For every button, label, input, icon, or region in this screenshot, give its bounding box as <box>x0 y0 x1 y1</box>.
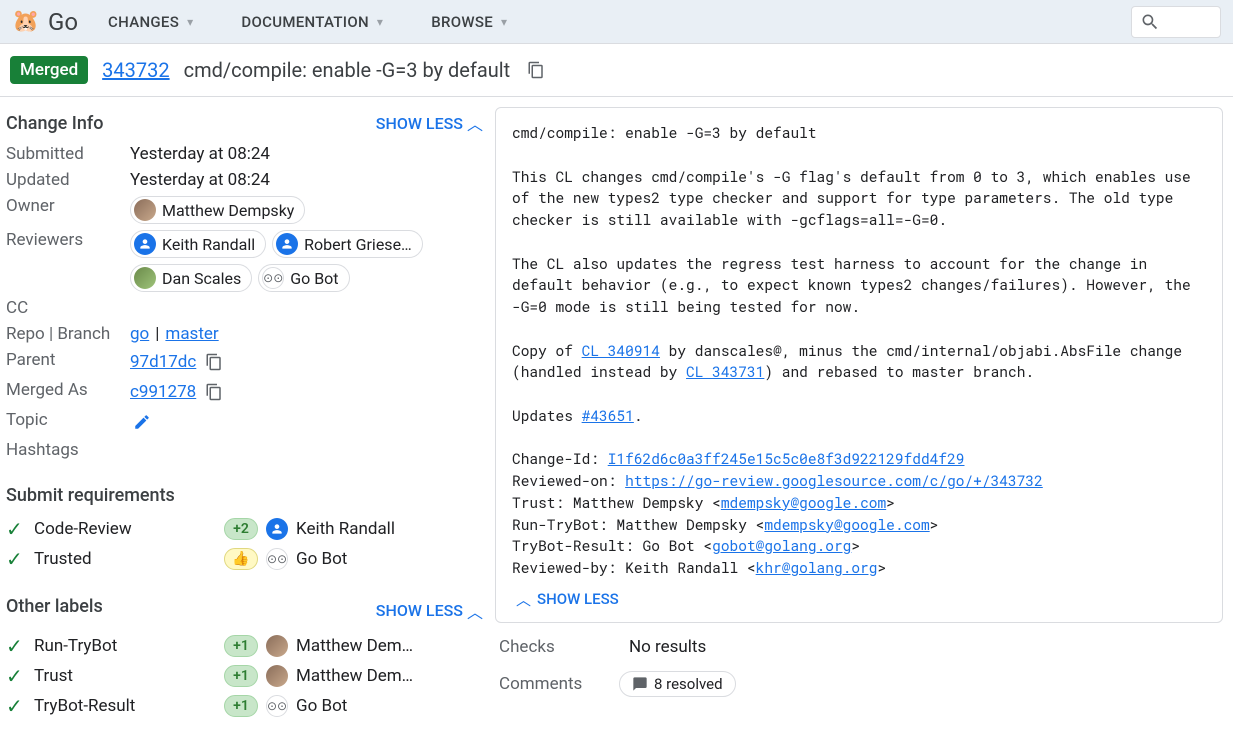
commit-message: cmd/compile: enable -G=3 by default This… <box>495 107 1223 623</box>
gopher-logo: 🐹 <box>12 8 40 36</box>
change-id-link[interactable]: I1f62d6c0a3ff245e15c5c0e8f3d922129fdd4f2… <box>608 449 965 468</box>
submit-req-row: ✓ Code-Review +2 Keith Randall <box>6 514 483 544</box>
avatar <box>134 267 156 289</box>
avatar <box>266 665 288 687</box>
cl-link[interactable]: CL 340914 <box>582 341 660 360</box>
repo-branch-label: Repo | Branch <box>6 324 130 344</box>
submit-requirements-title: Submit requirements <box>6 485 483 506</box>
label-row: ✓ TryBot-Result +1 ⊙⊙Go Bot <box>6 691 483 721</box>
owner-label: Owner <box>6 196 130 216</box>
chevron-up-icon: ︿ <box>516 589 531 610</box>
chevron-down-icon: ▾ <box>377 15 383 29</box>
reviewed-on-link[interactable]: https://go-review.googlesource.com/c/go/… <box>625 471 1043 490</box>
vote-chip[interactable]: 👍 <box>224 548 258 570</box>
resolved-comments-chip[interactable]: 8 resolved <box>619 671 736 697</box>
subject-bar: Merged 343732 cmd/compile: enable -G=3 b… <box>0 44 1233 97</box>
change-info-toggle[interactable]: SHOW LESS ︿ <box>376 111 483 135</box>
reviewer-chip[interactable]: Dan Scales <box>130 264 252 292</box>
parent-label: Parent <box>6 350 130 370</box>
chevron-down-icon: ▾ <box>501 15 507 29</box>
bot-icon: ⊙⊙ <box>266 548 288 570</box>
checks-value: No results <box>629 637 706 657</box>
reviewer-chip[interactable]: ⊙⊙Go Bot <box>258 264 349 292</box>
brand[interactable]: Go <box>48 8 78 36</box>
updated-label: Updated <box>6 170 130 190</box>
change-info-title: Change Info <box>6 113 103 134</box>
check-icon: ✓ <box>6 634 28 658</box>
copy-icon <box>527 61 545 79</box>
reviewers-label: Reviewers <box>6 230 130 250</box>
other-labels-toggle[interactable]: SHOW LESS ︿ <box>376 599 483 623</box>
issue-link[interactable]: #43651 <box>582 406 634 425</box>
topic-label: Topic <box>6 410 130 430</box>
avatar <box>134 233 156 255</box>
cl-number-link[interactable]: 343732 <box>102 58 169 82</box>
chevron-up-icon: ︿ <box>467 599 483 623</box>
avatar <box>276 233 298 255</box>
cl-link[interactable]: CL 343731 <box>686 362 764 381</box>
email-link[interactable]: khr@golang.org <box>756 558 878 577</box>
label-row: ✓ Run-TryBot +1 Matthew Dem… <box>6 631 483 661</box>
check-icon: ✓ <box>6 694 28 718</box>
avatar <box>266 518 288 540</box>
checks-label: Checks <box>499 637 599 657</box>
owner-chip[interactable]: Matthew Dempsky <box>130 196 305 224</box>
check-icon: ✓ <box>6 664 28 688</box>
top-nav: 🐹 Go CHANGES▾ DOCUMENTATION▾ BROWSE▾ <box>0 0 1233 44</box>
pencil-icon <box>133 413 151 431</box>
reviewer-chip[interactable]: Keith Randall <box>130 230 266 258</box>
commit-message-text: cmd/compile: enable -G=3 by default This… <box>512 122 1206 579</box>
vote-chip[interactable]: +1 <box>224 635 258 657</box>
bot-icon: ⊙⊙ <box>266 695 288 717</box>
copy-parent-button[interactable] <box>202 350 226 374</box>
nav-browse[interactable]: BROWSE▾ <box>431 13 507 31</box>
submitted-value: Yesterday at 08:24 <box>130 144 270 164</box>
reviewer-chip[interactable]: Robert Griese… <box>272 230 423 258</box>
avatar <box>134 199 156 221</box>
vote-chip[interactable]: +1 <box>224 665 258 687</box>
nav-documentation[interactable]: DOCUMENTATION▾ <box>241 13 383 31</box>
branch-link[interactable]: master <box>165 324 218 344</box>
vote-chip[interactable]: +2 <box>224 518 258 540</box>
chevron-up-icon: ︿ <box>467 111 483 135</box>
updated-value: Yesterday at 08:24 <box>130 170 270 190</box>
copy-icon <box>205 383 223 401</box>
avatar <box>266 635 288 657</box>
copy-icon <box>205 353 223 371</box>
merged-as-link[interactable]: c991278 <box>130 382 196 402</box>
email-link[interactable]: mdempsky@google.com <box>721 493 886 512</box>
merged-as-label: Merged As <box>6 380 130 400</box>
message-toggle[interactable]: ︿ SHOW LESS <box>512 579 1206 612</box>
search-input[interactable] <box>1131 6 1221 38</box>
email-link[interactable]: mdempsky@google.com <box>764 515 929 534</box>
chevron-down-icon: ▾ <box>187 15 193 29</box>
page-title: cmd/compile: enable -G=3 by default <box>184 58 511 82</box>
other-labels-title: Other labels <box>6 596 103 617</box>
status-badge: Merged <box>10 56 88 84</box>
repo-link[interactable]: go <box>130 324 149 344</box>
copy-merged-button[interactable] <box>202 380 226 404</box>
comment-icon <box>632 676 648 692</box>
bot-icon: ⊙⊙ <box>262 267 284 289</box>
cc-label: CC <box>6 298 130 318</box>
copy-subject-button[interactable] <box>524 58 548 82</box>
submit-req-row: ✓ Trusted 👍 ⊙⊙Go Bot <box>6 544 483 574</box>
nav-changes[interactable]: CHANGES▾ <box>108 13 193 31</box>
comments-label: Comments <box>499 674 599 694</box>
check-icon: ✓ <box>6 517 28 541</box>
vote-chip[interactable]: +1 <box>224 695 258 717</box>
submitted-label: Submitted <box>6 144 130 164</box>
label-row: ✓ Trust +1 Matthew Dem… <box>6 661 483 691</box>
search-icon <box>1140 12 1160 32</box>
parent-link[interactable]: 97d17dc <box>130 352 196 372</box>
check-icon: ✓ <box>6 547 28 571</box>
edit-topic-button[interactable] <box>130 410 154 434</box>
hashtags-label: Hashtags <box>6 440 130 460</box>
email-link[interactable]: gobot@golang.org <box>712 536 851 555</box>
